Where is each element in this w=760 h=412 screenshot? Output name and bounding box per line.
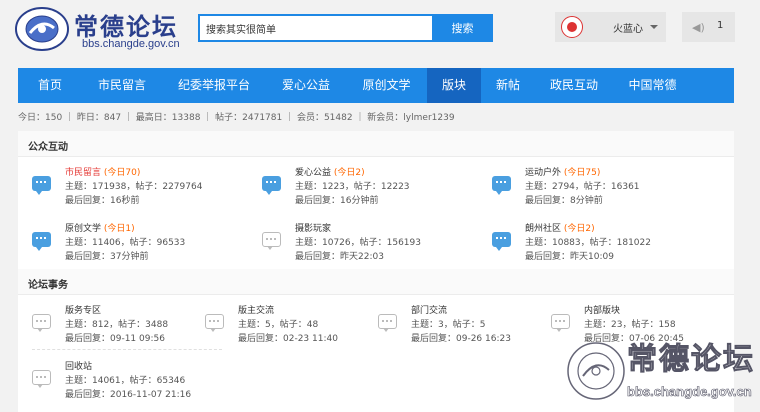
forum-meta: 主题：3，帖子：5 <box>411 320 486 330</box>
forum-item: 原创文学 (今日1) 主题：11406，帖子：96533 最后回复：37分钟前 <box>32 221 252 271</box>
site-title: 常德论坛 <box>74 12 178 41</box>
section-header-affairs: 论坛事务 <box>18 269 734 295</box>
site-stats: 今日：150 ｜ 昨日：847 ｜ 最高日：13388 ｜ 帖子：2471781… <box>18 113 455 123</box>
forum-icon <box>551 314 570 332</box>
forum-new-icon <box>32 176 51 195</box>
forum-icon <box>378 314 397 332</box>
nav-literature[interactable]: 原创文学 <box>346 68 427 103</box>
search-button[interactable]: 搜索 <box>432 14 493 42</box>
forum-meta: 主题：10726，帖子：156193 <box>295 238 421 248</box>
forum-last-reply[interactable]: 最后回复：16分钟前 <box>295 193 378 206</box>
user-menu[interactable]: 火蓝心 <box>555 12 666 42</box>
section-header-public: 公众互动 <box>18 131 734 157</box>
forum-icon <box>205 314 224 332</box>
forum-meta: 主题：5，帖子：48 <box>238 320 319 330</box>
forum-link[interactable]: 摄影玩家 <box>295 221 331 234</box>
forum-new-icon <box>32 232 51 251</box>
forum-item: 版主交流 主题：5，帖子：48 最后回复：02-23 11:40 <box>205 303 375 353</box>
forum-last-reply[interactable]: 最后回复：2016-11-07 21:16 <box>65 387 191 400</box>
watermark-seal-icon <box>567 342 625 400</box>
nav-boards[interactable]: 版块 <box>427 68 481 103</box>
forum-link[interactable]: 部门交流 <box>411 303 447 316</box>
forum-link[interactable]: 朗州社区 (今日2) <box>525 221 595 234</box>
nav-gov-interaction[interactable]: 政民互动 <box>535 68 613 103</box>
nav-home[interactable]: 首页 <box>18 68 82 103</box>
forum-meta: 主题：11406，帖子：96533 <box>65 238 186 248</box>
nav-report-platform[interactable]: 纪委举报平台 <box>162 68 266 103</box>
forum-last-reply[interactable]: 最后回复：8分钟前 <box>525 193 603 206</box>
forum-new-icon <box>492 232 511 251</box>
forum-link[interactable]: 运动户外 (今日75) <box>525 165 600 178</box>
watermark: 常德论坛 bbs.changde.gov.cn <box>565 334 755 409</box>
forum-link[interactable]: 市民留言 (今日70) <box>65 165 140 178</box>
forum-last-reply[interactable]: 最后回复：昨天10:09 <box>525 249 614 262</box>
forum-link[interactable]: 原创文学 (今日1) <box>65 221 135 234</box>
forum-icon <box>262 232 281 250</box>
forum-last-reply[interactable]: 最后回复：16秒前 <box>65 193 139 206</box>
forum-icon <box>32 314 51 332</box>
forum-item: 摄影玩家 主题：10726，帖子：156193 最后回复：昨天22:03 <box>262 221 482 271</box>
forum-item: 爱心公益 (今日2) 主题：1223，帖子：12223 最后回复：16分钟前 <box>262 165 482 215</box>
messages-button[interactable]: ◀) 1 <box>682 12 735 42</box>
header: 常德论坛 bbs.changde.gov.cn 搜索 火蓝心 ◀) 1 <box>0 0 760 58</box>
user-name: 火蓝心 <box>613 24 643 35</box>
logo-seal-icon <box>15 7 69 51</box>
nav-charity[interactable]: 爱心公益 <box>266 68 346 103</box>
message-count: 1 <box>717 20 724 31</box>
main-nav: 首页 市民留言 纪委举报平台 爱心公益 原创文学 版块 新帖 政民互动 中国常德 <box>18 68 734 103</box>
forum-new-icon <box>262 176 281 195</box>
forum-last-reply[interactable]: 最后回复：09-26 16:23 <box>411 331 511 344</box>
forum-item: 朗州社区 (今日2) 主题：10883，帖子：181022 最后回复：昨天10:… <box>492 221 712 271</box>
nav-new-posts[interactable]: 新帖 <box>481 68 535 103</box>
forum-item: 市民留言 (今日70) 主题：171938，帖子：2279764 最后回复：16… <box>32 165 252 215</box>
forum-meta: 主题：14061，帖子：65346 <box>65 376 186 386</box>
forum-item: 部门交流 主题：3，帖子：5 最后回复：09-26 16:23 <box>378 303 548 353</box>
forum-meta: 主题：2794，帖子：16361 <box>525 182 640 192</box>
forum-meta: 主题：23，帖子：158 <box>584 320 676 330</box>
avatar <box>561 16 583 38</box>
site-logo[interactable]: 常德论坛 bbs.changde.gov.cn <box>14 6 189 52</box>
nav-changde[interactable]: 中国常德 <box>613 68 692 103</box>
divider <box>32 349 222 350</box>
forum-last-reply[interactable]: 最后回复：09-11 09:56 <box>65 331 165 344</box>
forum-meta: 主题：171938，帖子：2279764 <box>65 182 203 192</box>
section-title: 公众互动 <box>28 142 68 153</box>
section-title: 论坛事务 <box>28 280 68 291</box>
forum-item: 运动户外 (今日75) 主题：2794，帖子：16361 最后回复：8分钟前 <box>492 165 712 215</box>
forum-last-reply[interactable]: 最后回复：37分钟前 <box>65 249 148 262</box>
site-url: bbs.changde.gov.cn <box>82 38 180 50</box>
nav-citizen-messages[interactable]: 市民留言 <box>82 68 162 103</box>
chevron-down-icon <box>650 25 658 29</box>
forum-last-reply[interactable]: 最后回复：02-23 11:40 <box>238 331 338 344</box>
search-input[interactable] <box>198 14 434 42</box>
forum-meta: 主题：10883，帖子：181022 <box>525 238 651 248</box>
forum-new-icon <box>492 176 511 195</box>
forum-item: 版务专区 主题：812，帖子：3488 最后回复：09-11 09:56 <box>32 303 202 353</box>
forum-icon <box>32 370 51 388</box>
forum-link[interactable]: 爱心公益 (今日2) <box>295 165 365 178</box>
forum-link[interactable]: 内部版块 <box>584 303 620 316</box>
forum-link[interactable]: 版务专区 <box>65 303 101 316</box>
forum-last-reply[interactable]: 最后回复：昨天22:03 <box>295 249 384 262</box>
forum-meta: 主题：1223，帖子：12223 <box>295 182 410 192</box>
forum-item: 回收站 主题：14061，帖子：65346 最后回复：2016-11-07 21… <box>32 359 232 409</box>
watermark-url: bbs.changde.gov.cn <box>627 384 752 400</box>
search-bar: 搜索 <box>198 14 493 42</box>
speaker-icon: ◀) <box>692 21 705 34</box>
forum-link[interactable]: 回收站 <box>65 359 92 372</box>
watermark-title: 常德论坛 <box>627 342 755 378</box>
forum-link[interactable]: 版主交流 <box>238 303 274 316</box>
forum-meta: 主题：812，帖子：3488 <box>65 320 169 330</box>
